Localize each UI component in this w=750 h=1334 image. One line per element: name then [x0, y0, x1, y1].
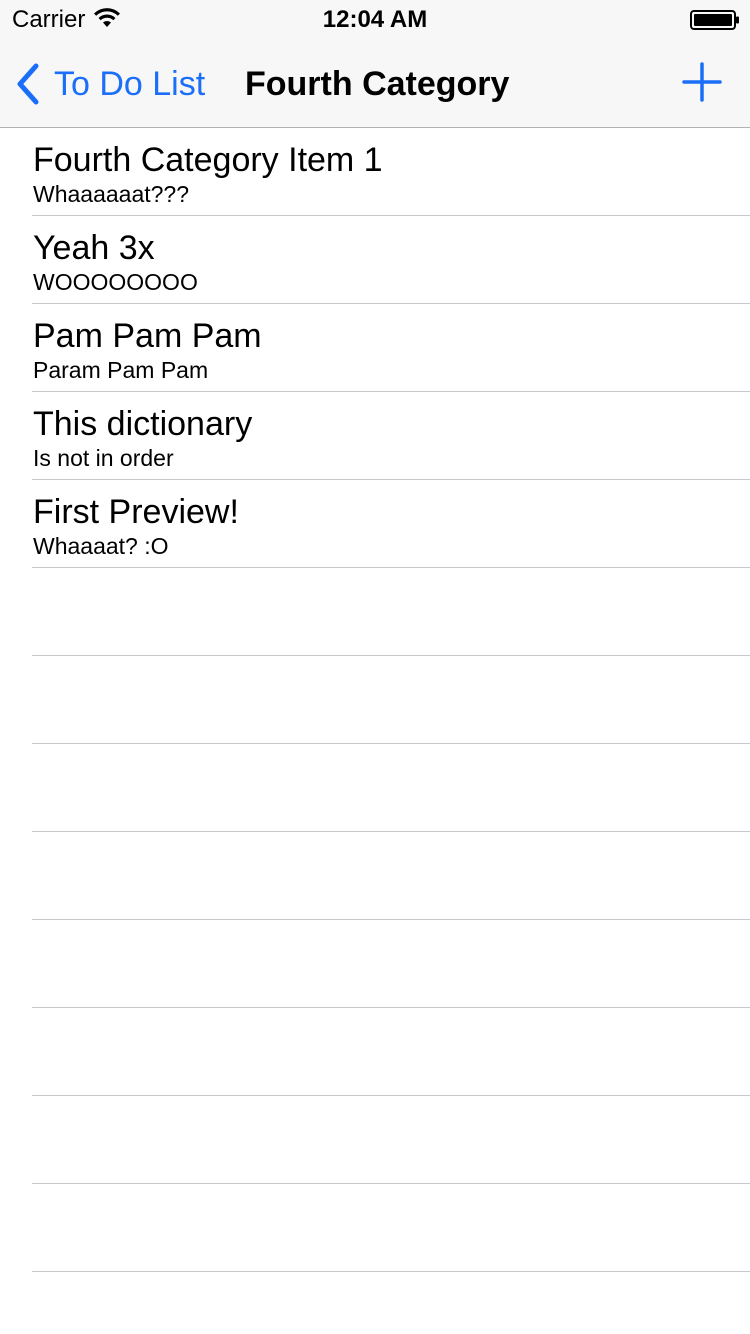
- row-subtitle: Whaaaat? :O: [33, 533, 169, 559]
- status-time: 12:04 AM: [322, 6, 428, 33]
- row-title: Pam Pam Pam: [33, 317, 262, 355]
- chevron-left-icon: [17, 63, 39, 105]
- row-title: This dictionary: [33, 405, 253, 443]
- navigation-bar: To Do List Fourth Category: [0, 40, 750, 128]
- empty-row: [32, 1184, 750, 1272]
- empty-row: [32, 920, 750, 1008]
- row-subtitle: WOOOOOOOO: [33, 269, 198, 295]
- row-subtitle: Whaaaaaat???: [33, 181, 190, 207]
- table-row[interactable]: First Preview! Whaaaat? :O: [32, 480, 750, 568]
- empty-row: [32, 1008, 750, 1096]
- battery-icon: [690, 10, 739, 30]
- status-bar: Carrier 12:04 AM: [0, 0, 750, 40]
- row-title: First Preview!: [33, 493, 239, 531]
- row-title: Yeah 3x: [33, 229, 155, 267]
- items-table: Fourth Category Item 1 Whaaaaaat??? Yeah…: [0, 128, 750, 1334]
- page-title: Fourth Category: [245, 65, 510, 103]
- back-button[interactable]: To Do List: [14, 60, 205, 108]
- empty-row: [32, 744, 750, 832]
- empty-row: [32, 832, 750, 920]
- back-button-label: To Do List: [54, 65, 206, 103]
- table-row[interactable]: Pam Pam Pam Param Pam Pam: [32, 304, 750, 392]
- table-row[interactable]: Yeah 3x WOOOOOOOO: [32, 216, 750, 304]
- row-subtitle: Is not in order: [33, 445, 174, 471]
- empty-row: [32, 1096, 750, 1184]
- top-bar: Carrier 12:04 AM To Do List Fourth Categ…: [0, 0, 750, 128]
- table-row[interactable]: This dictionary Is not in order: [32, 392, 750, 480]
- screen: Carrier 12:04 AM To Do List Fourth Categ…: [0, 0, 750, 1334]
- table-row[interactable]: Fourth Category Item 1 Whaaaaaat???: [32, 128, 750, 216]
- empty-row: [32, 656, 750, 744]
- row-title: Fourth Category Item 1: [33, 141, 383, 179]
- row-subtitle: Param Pam Pam: [33, 357, 209, 383]
- empty-row: [32, 568, 750, 656]
- plus-icon[interactable]: [682, 62, 722, 102]
